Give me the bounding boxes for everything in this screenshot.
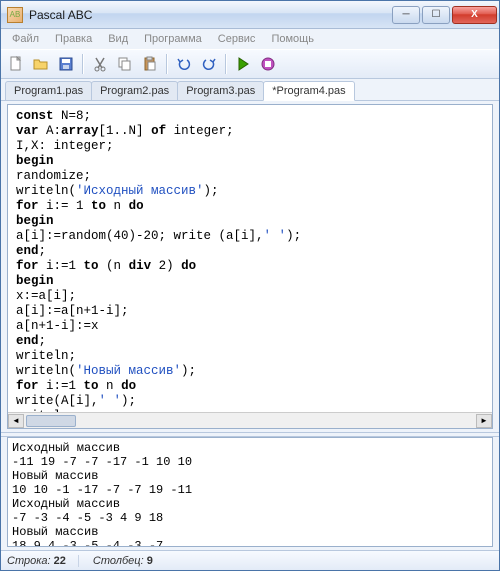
menu-service[interactable]: Сервис <box>211 31 263 47</box>
save-button[interactable] <box>55 53 77 75</box>
tab-2[interactable]: Program3.pas <box>177 81 264 100</box>
code-line[interactable]: writeln('Исходный массив'); <box>16 184 488 199</box>
menu-help[interactable]: Помощь <box>264 31 321 47</box>
stop-icon <box>260 56 276 72</box>
code-line[interactable]: randomize; <box>16 169 488 184</box>
tab-0[interactable]: Program1.pas <box>5 81 92 100</box>
code-line[interactable]: var A:array[1..N] of integer; <box>16 124 488 139</box>
status-column: Столбец: 9 <box>93 555 165 567</box>
code-line[interactable]: begin <box>16 154 488 169</box>
code-line[interactable]: a[i]:=a[n+1-i]; <box>16 304 488 319</box>
code-line[interactable]: a[n+1-i]:=x <box>16 319 488 334</box>
stop-button[interactable] <box>257 53 279 75</box>
paste-icon <box>142 56 158 72</box>
code-line[interactable]: x:=a[i]; <box>16 289 488 304</box>
code-line[interactable]: I,X: integer; <box>16 139 488 154</box>
code-line[interactable]: end; <box>16 244 488 259</box>
code-line[interactable]: for i:=1 to n do <box>16 379 488 394</box>
code-line[interactable]: write(A[i],' '); <box>16 394 488 409</box>
undo-icon <box>176 56 192 72</box>
new-file-button[interactable] <box>5 53 27 75</box>
copy-button[interactable] <box>114 53 136 75</box>
code-line[interactable]: a[i]:=random(40)-20; write (a[i],' '); <box>16 229 488 244</box>
code-line[interactable]: writeln('Новый массив'); <box>16 364 488 379</box>
cut-icon <box>92 56 108 72</box>
redo-icon <box>201 56 217 72</box>
menu-file[interactable]: Файл <box>5 31 46 47</box>
statusbar: Строка: 22 Столбец: 9 <box>1 550 499 570</box>
run-button[interactable] <box>232 53 254 75</box>
code-line[interactable]: for i:= 1 to n do <box>16 199 488 214</box>
editor-tabs: Program1.pasProgram2.pasProgram3.pas*Pro… <box>1 79 499 101</box>
new-file-icon <box>8 56 24 72</box>
status-line: Строка: 22 <box>7 555 79 567</box>
code-line[interactable]: for i:=1 to (n div 2) do <box>16 259 488 274</box>
menu-view[interactable]: Вид <box>101 31 135 47</box>
window-controls: ─ ☐ X <box>392 6 497 24</box>
copy-icon <box>117 56 133 72</box>
app-window: AB Pascal ABC ─ ☐ X Файл Правка Вид Прог… <box>0 0 500 571</box>
menu-edit[interactable]: Правка <box>48 31 99 47</box>
toolbar-separator <box>82 54 84 74</box>
code-line[interactable]: writeln; <box>16 349 488 364</box>
open-folder-icon <box>33 56 49 72</box>
scroll-left-button[interactable]: ◄ <box>8 414 24 428</box>
save-icon <box>58 56 74 72</box>
scroll-thumb[interactable] <box>26 415 76 427</box>
tab-3[interactable]: *Program4.pas <box>263 81 354 101</box>
undo-button[interactable] <box>173 53 195 75</box>
output-text[interactable]: Исходный массив -11 19 -7 -7 -17 -1 10 1… <box>8 438 492 547</box>
tab-1[interactable]: Program2.pas <box>91 81 178 100</box>
maximize-button[interactable]: ☐ <box>422 6 450 24</box>
app-icon: AB <box>7 7 23 23</box>
paste-button[interactable] <box>139 53 161 75</box>
toolbar <box>1 49 499 79</box>
code-line[interactable]: begin <box>16 274 488 289</box>
close-button[interactable]: X <box>452 6 497 24</box>
menu-program[interactable]: Программа <box>137 31 209 47</box>
run-icon <box>235 56 251 72</box>
code-editor[interactable]: const N=8;var A:array[1..N] of integer;I… <box>8 105 492 412</box>
open-file-button[interactable] <box>30 53 52 75</box>
minimize-button[interactable]: ─ <box>392 6 420 24</box>
code-line[interactable]: const N=8; <box>16 109 488 124</box>
menubar: Файл Правка Вид Программа Сервис Помощь <box>1 29 499 49</box>
code-line[interactable]: end; <box>16 334 488 349</box>
redo-button[interactable] <box>198 53 220 75</box>
output-panel: Исходный массив -11 19 -7 -7 -17 -1 10 1… <box>7 437 493 547</box>
toolbar-separator <box>225 54 227 74</box>
titlebar[interactable]: AB Pascal ABC ─ ☐ X <box>1 1 499 29</box>
toolbar-separator <box>166 54 168 74</box>
cut-button[interactable] <box>89 53 111 75</box>
editor-panel: const N=8;var A:array[1..N] of integer;I… <box>7 104 493 429</box>
scroll-right-button[interactable]: ► <box>476 414 492 428</box>
code-line[interactable]: begin <box>16 214 488 229</box>
window-title: Pascal ABC <box>29 8 392 22</box>
horizontal-scrollbar[interactable]: ◄ ► <box>8 412 492 428</box>
